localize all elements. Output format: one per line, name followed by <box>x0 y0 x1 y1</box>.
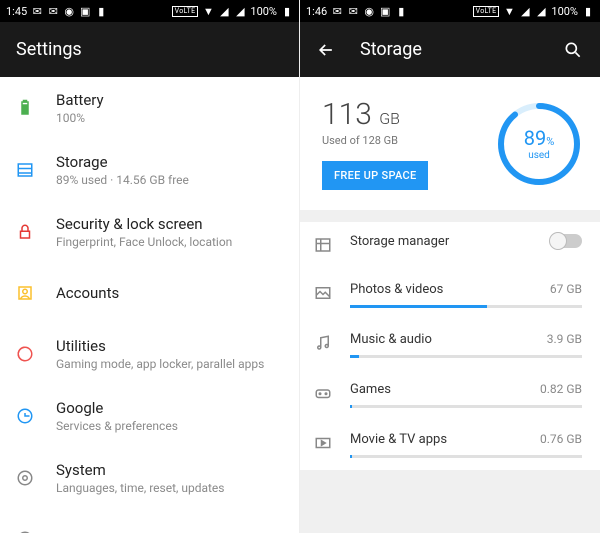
battery-icon: ▮ <box>281 5 293 17</box>
utilities-icon <box>16 345 56 363</box>
storage-manager-toggle[interactable] <box>550 234 582 248</box>
account-icon <box>16 284 56 302</box>
category-icon <box>314 382 336 406</box>
category-bar <box>350 455 582 458</box>
sync-icon: ◉ <box>63 5 75 17</box>
item-sub: Fingerprint, Face Unlock, location <box>56 235 283 249</box>
voicemail-icon: ✉ <box>31 5 43 17</box>
status-bar: 1:45 ✉ ✉ ◉ ▣ ▮ VoLTE ▼ ◢ ◢ 100% ▮ <box>0 0 299 22</box>
category-row[interactable]: Photos & videos 67 GB <box>300 270 600 320</box>
used-amount: 113 GB <box>322 97 478 132</box>
signal-icon: ◢ <box>519 5 531 17</box>
item-label: Utilities <box>56 337 283 355</box>
image-icon: ▣ <box>79 5 91 17</box>
category-label: Photos & videos <box>350 282 443 297</box>
volte-badge: VoLTE <box>172 6 199 17</box>
storage-manager-row[interactable]: Storage manager <box>300 222 600 270</box>
signal2-icon: ◢ <box>535 5 547 17</box>
category-row[interactable]: Movie & TV apps 0.76 GB <box>300 420 600 470</box>
voicemail-icon: ✉ <box>331 5 343 17</box>
battery-pct: 100% <box>551 5 578 18</box>
item-label: Battery <box>56 91 283 109</box>
clock: 1:46 <box>306 5 327 18</box>
category-size: 3.9 GB <box>547 332 582 347</box>
sync-icon: ◉ <box>363 5 375 17</box>
image-icon: ▣ <box>379 5 391 17</box>
storage-manager-icon <box>314 234 336 258</box>
category-bar <box>350 305 582 308</box>
back-button[interactable] <box>316 40 336 60</box>
used-number: 113 <box>322 97 372 132</box>
settings-item-battery[interactable]: Battery 100% <box>0 77 299 139</box>
page-title: Storage <box>360 39 562 60</box>
settings-item-storage[interactable]: Storage 89% used · 14.56 GB free <box>0 139 299 201</box>
category-bar <box>350 405 582 408</box>
storage-hero: 113 GB Used of 128 GB FREE UP SPACE 89% … <box>300 77 600 210</box>
usage-ring: 89% used <box>496 101 582 187</box>
signal-icon: ◢ <box>218 5 230 17</box>
category-label: Movie & TV apps <box>350 432 447 447</box>
category-size: 0.76 GB <box>540 432 582 447</box>
chat-icon: ✉ <box>47 5 59 17</box>
category-icon <box>314 282 336 306</box>
category-label: Games <box>350 382 391 397</box>
item-sub: Languages, time, reset, updates <box>56 481 283 495</box>
ring-pct-sym: % <box>546 135 554 148</box>
ring-pct: 89 <box>524 126 546 150</box>
item-sub: Gaming mode, app locker, parallel apps <box>56 357 283 371</box>
used-subtitle: Used of 128 GB <box>322 134 478 147</box>
system-icon <box>16 469 56 487</box>
storage-icon <box>16 161 56 179</box>
item-sub: Services & preferences <box>56 419 283 433</box>
settings-item-google[interactable]: Google Services & preferences <box>0 385 299 447</box>
clock: 1:45 <box>6 5 27 18</box>
item-sub: 100% <box>56 111 283 125</box>
ring-label: used <box>528 150 550 161</box>
category-row[interactable]: Games 0.82 GB <box>300 370 600 420</box>
chat-icon: ✉ <box>347 5 359 17</box>
category-size: 67 GB <box>550 282 582 297</box>
item-label: Google <box>56 399 283 417</box>
battery-icon <box>16 99 56 117</box>
storage-manager-label: Storage manager <box>350 234 449 249</box>
page-title: Settings <box>16 39 283 60</box>
app-bar: Storage <box>300 22 600 77</box>
battery-small-icon: ▮ <box>395 5 407 17</box>
item-label: Storage <box>56 153 283 171</box>
free-up-space-button[interactable]: FREE UP SPACE <box>322 161 428 190</box>
battery-icon: ▮ <box>582 5 594 17</box>
settings-panel: 1:45 ✉ ✉ ◉ ▣ ▮ VoLTE ▼ ◢ ◢ 100% ▮ Settin… <box>0 0 300 533</box>
google-icon <box>16 407 56 425</box>
wifi-icon: ▼ <box>503 5 515 17</box>
battery-small-icon: ▮ <box>95 5 107 17</box>
item-label: Accounts <box>56 284 283 302</box>
item-sub: 89% used · 14.56 GB free <box>56 173 283 187</box>
settings-item-about[interactable]: About phone <box>0 509 299 533</box>
settings-item-utilities[interactable]: Utilities Gaming mode, app locker, parall… <box>0 323 299 385</box>
category-icon <box>314 332 336 356</box>
volte-badge: VoLTE <box>473 6 500 17</box>
search-icon[interactable] <box>562 40 584 60</box>
storage-panel: 1:46 ✉ ✉ ◉ ▣ ▮ VoLTE ▼ ◢ ◢ 100% ▮ Storag… <box>300 0 600 533</box>
signal2-icon: ◢ <box>234 5 246 17</box>
lock-icon <box>16 223 56 241</box>
status-bar: 1:46 ✉ ✉ ◉ ▣ ▮ VoLTE ▼ ◢ ◢ 100% ▮ <box>300 0 600 22</box>
category-bar <box>350 355 582 358</box>
settings-item-lock[interactable]: Security & lock screen Fingerprint, Face … <box>0 201 299 263</box>
item-label: Security & lock screen <box>56 215 283 233</box>
used-unit: GB <box>379 109 400 128</box>
category-label: Music & audio <box>350 332 432 347</box>
battery-pct: 100% <box>250 5 277 18</box>
item-label: System <box>56 461 283 479</box>
category-row[interactable]: Music & audio 3.9 GB <box>300 320 600 370</box>
app-bar: Settings <box>0 22 299 77</box>
settings-item-system[interactable]: System Languages, time, reset, updates <box>0 447 299 509</box>
settings-item-account[interactable]: Accounts <box>0 263 299 323</box>
wifi-icon: ▼ <box>202 5 214 17</box>
category-size: 0.82 GB <box>540 382 582 397</box>
settings-list: Battery 100% Storage 89% used · 14.56 GB fr… <box>0 77 299 533</box>
category-icon <box>314 432 336 456</box>
